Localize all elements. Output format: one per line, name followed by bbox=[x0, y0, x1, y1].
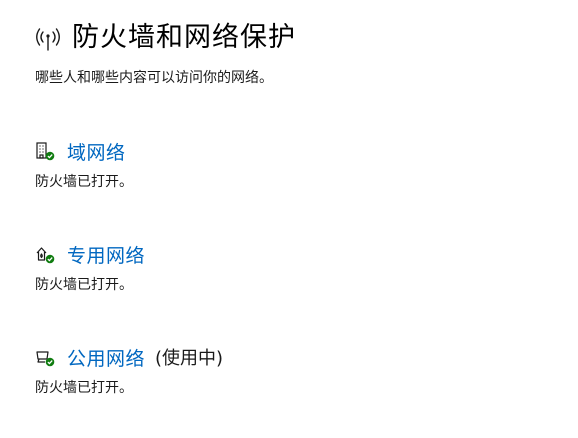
in-use-label: (使用中) bbox=[155, 348, 224, 369]
private-network-link[interactable]: 专用网络 bbox=[67, 241, 145, 268]
wireless-antenna-icon bbox=[34, 24, 62, 52]
public-network-icon bbox=[35, 347, 55, 367]
public-network-status: 防火墙已打开。 bbox=[35, 380, 133, 396]
private-network-status: 防火墙已打开。 bbox=[35, 277, 133, 293]
private-network-icon bbox=[35, 244, 55, 264]
domain-network-link[interactable]: 域网络 bbox=[67, 138, 126, 165]
domain-network-section: 域网络 防火墙已打开。 bbox=[35, 136, 555, 192]
private-network-section: 专用网络 防火墙已打开。 bbox=[35, 239, 555, 295]
page-title: 防火墙和网络保护 bbox=[72, 22, 296, 53]
domain-network-status: 防火墙已打开。 bbox=[35, 174, 133, 190]
public-network-link[interactable]: 公用网络 bbox=[67, 344, 145, 371]
public-network-section: 公用网络 (使用中) 防火墙已打开。 bbox=[35, 342, 555, 398]
page-subtitle: 哪些人和哪些内容可以访问你的网络。 bbox=[35, 70, 273, 86]
domain-network-icon bbox=[35, 141, 55, 161]
page-header: 防火墙和网络保护 bbox=[34, 18, 296, 58]
